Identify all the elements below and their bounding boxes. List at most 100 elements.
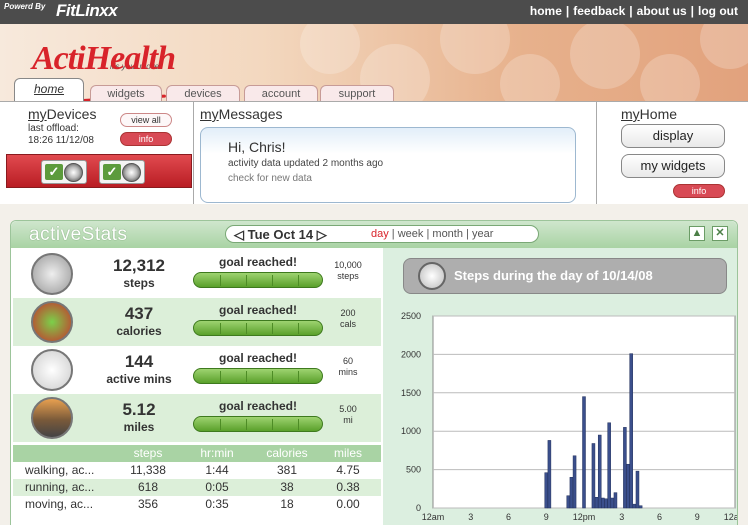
- my-devices-title: myDevices: [28, 106, 97, 122]
- activity-steps: 356: [137, 497, 159, 511]
- goal-target: 10,000 steps: [334, 260, 362, 281]
- banner-bubble: [700, 24, 748, 69]
- table-row[interactable]: moving, ac... 356 0:35 18 0.00: [13, 496, 381, 513]
- x-tick-label: 9: [695, 512, 700, 522]
- stat-row-active-mins: 144 active mins goal reached! 60 mins: [13, 346, 381, 394]
- log-out-link[interactable]: log out: [698, 4, 738, 18]
- range-day[interactable]: day: [371, 228, 389, 240]
- device-1[interactable]: ✓: [41, 160, 87, 184]
- steps-chart: 0 500 1000 1500 2000 2500 12am 3 6 9 12pm 3 6 9 12am: [401, 311, 737, 522]
- step-bar: [613, 492, 618, 509]
- stat-row-steps: 12,312 steps goal reached! 10,000 steps: [13, 250, 381, 298]
- table-row[interactable]: walking, ac... 11,338 1:44 381 4.75: [13, 462, 381, 479]
- active-stats-title: activeStats: [29, 224, 128, 245]
- step-bar: [632, 503, 637, 509]
- tab-devices[interactable]: devices: [166, 85, 240, 102]
- last-offload-value: 18:26 11/12/08: [28, 135, 94, 146]
- step-bar: [610, 497, 615, 509]
- tab-bar: home widgets devices account support: [0, 78, 748, 102]
- activity-miles: 0.38: [336, 480, 360, 494]
- message-line-1: activity data updated 2 months ago: [228, 158, 384, 169]
- last-offload-label: last offload:: [28, 123, 79, 134]
- activity-name: moving, ac...: [25, 497, 94, 511]
- tab-widgets[interactable]: widgets: [90, 85, 162, 102]
- tab-support[interactable]: support: [320, 85, 394, 102]
- step-bar: [604, 498, 608, 509]
- header-hrmin: hr:min: [200, 446, 234, 460]
- chart-title: Steps during the day of 10/14/08: [454, 268, 653, 283]
- device-bar: ✓ ✓: [6, 154, 192, 188]
- goal-target: 60 mins: [338, 356, 358, 377]
- stat-value: 437: [124, 304, 154, 323]
- banner-bubble: [440, 24, 510, 74]
- step-bar: [607, 422, 611, 509]
- date-navigator: ◁ Tue Oct 14 ▷ day | week | month | year: [225, 225, 539, 243]
- activity-steps: 618: [137, 480, 159, 494]
- about-us-link[interactable]: about us: [637, 4, 687, 18]
- range-links: day | week | month | year: [371, 228, 494, 240]
- device-2[interactable]: ✓: [99, 160, 145, 184]
- tab-account[interactable]: account: [244, 85, 318, 102]
- fitlinxx-logo: FitLinxx: [56, 1, 118, 20]
- home-info-button[interactable]: info: [673, 184, 725, 198]
- goal-progress-bar: [193, 368, 323, 384]
- top-panels: myDevices last offload: 18:26 11/12/08 v…: [0, 101, 748, 204]
- prev-day-arrow[interactable]: ◁: [234, 227, 244, 242]
- range-month[interactable]: month: [432, 228, 463, 240]
- range-year[interactable]: year: [472, 228, 493, 240]
- check-icon: ✓: [103, 164, 121, 180]
- stat-unit: calories: [116, 324, 162, 338]
- device-disk-icon: [64, 163, 83, 182]
- step-bar: [638, 505, 643, 509]
- x-tick-label: 3: [619, 512, 624, 522]
- close-icon[interactable]: ✕: [712, 226, 728, 241]
- x-tick-label: 6: [506, 512, 511, 522]
- home-link[interactable]: home: [530, 4, 562, 18]
- active-stats-header: activeStats ◁ Tue Oct 14 ▷ day | week | …: [11, 221, 737, 248]
- step-bar: [597, 434, 602, 509]
- tab-home[interactable]: home: [14, 78, 84, 102]
- table-row[interactable]: running, ac... 618 0:05 38 0.38: [13, 479, 381, 496]
- view-all-button[interactable]: view all: [120, 113, 172, 127]
- actihealth-logo: ActiHealth: [32, 40, 176, 77]
- activity-steps: 11,338: [130, 463, 166, 477]
- x-tick-label: 6: [657, 512, 662, 522]
- check-new-data-link[interactable]: check for new data: [228, 173, 312, 184]
- step-bar: [544, 472, 548, 509]
- activity-calories: 381: [276, 463, 298, 477]
- goal-progress-bar: [193, 320, 323, 336]
- stat-value: 5.12: [122, 400, 156, 419]
- goal-label: goal reached!: [218, 399, 298, 413]
- divider: [596, 102, 597, 204]
- stat-value: 144: [124, 352, 154, 371]
- shoe-icon: [31, 253, 73, 295]
- feedback-link[interactable]: feedback: [573, 4, 625, 18]
- range-week[interactable]: week: [398, 228, 424, 240]
- shoe-icon: [418, 262, 446, 290]
- minimize-icon[interactable]: ▲: [689, 226, 705, 241]
- activity-time: 0:35: [205, 497, 229, 511]
- stopwatch-icon: [31, 349, 73, 391]
- step-bar: [591, 443, 596, 509]
- goal-target: 5.00 mi: [339, 404, 357, 425]
- stat-unit: miles: [123, 420, 155, 434]
- check-icon: ✓: [45, 164, 63, 180]
- my-home-title: myHome: [621, 106, 678, 122]
- messages-box: Hi, Chris! activity data updated 2 month…: [200, 127, 576, 203]
- date-display: ◁ Tue Oct 14 ▷: [234, 227, 327, 243]
- powered-by-label: Powerd By: [4, 2, 46, 11]
- display-button[interactable]: display: [621, 124, 725, 148]
- top-bar: Powerd By FitLinxx home | feedback | about u…: [0, 0, 748, 24]
- stat-value: 12,312: [113, 256, 165, 275]
- stat-row-calories: 437 calories goal reached! 200 cals: [13, 298, 381, 346]
- next-day-arrow[interactable]: ▷: [317, 227, 327, 242]
- activity-time: 0:05: [205, 480, 229, 494]
- header-miles: miles: [333, 446, 362, 460]
- apple-icon: [31, 301, 73, 343]
- step-bar: [566, 495, 571, 509]
- my-messages-title: myMessages: [200, 106, 283, 122]
- current-date: Tue Oct 14: [247, 227, 314, 242]
- y-tick-label: 1000: [401, 426, 421, 436]
- devices-info-button[interactable]: info: [120, 132, 172, 146]
- my-widgets-button[interactable]: my widgets: [621, 154, 725, 178]
